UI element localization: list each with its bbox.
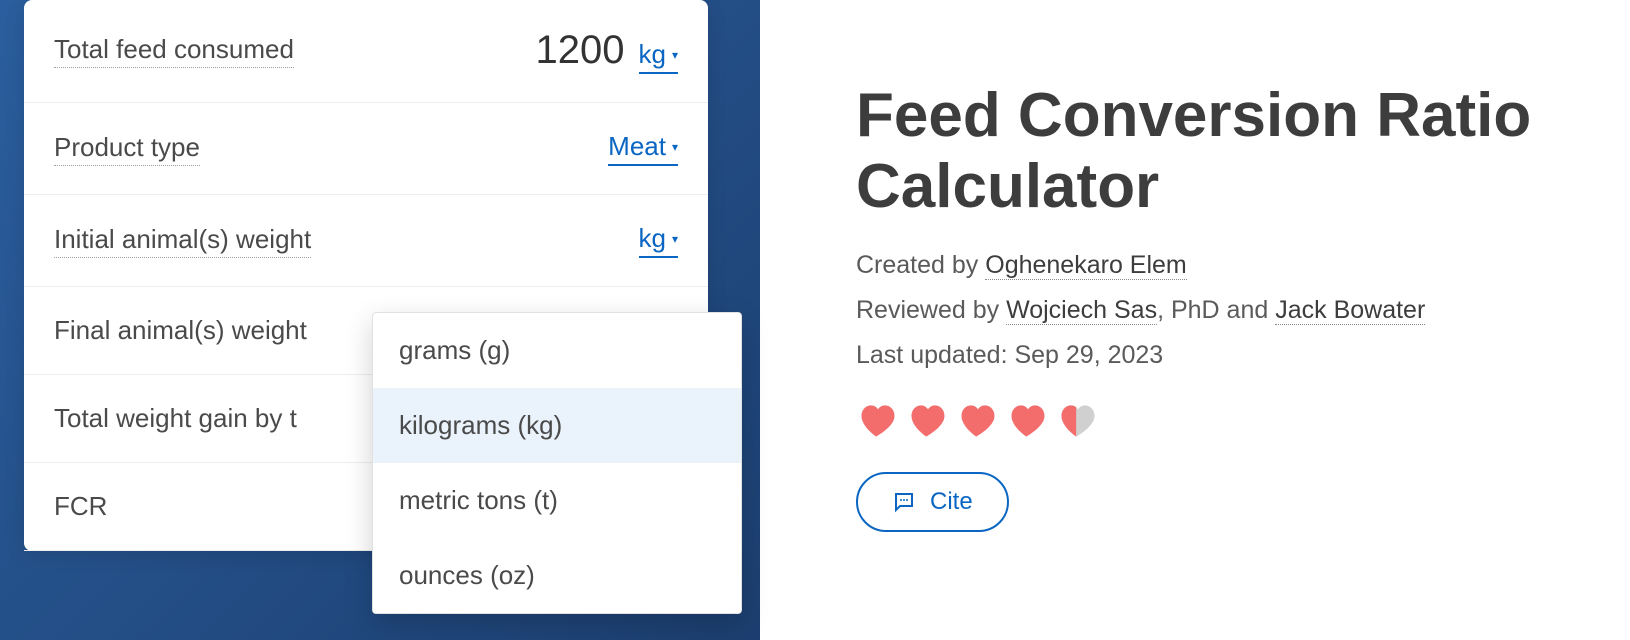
unit-option-metric-tons[interactable]: metric tons (t) <box>373 463 741 538</box>
unit-option-grams[interactable]: grams (g) <box>373 313 741 388</box>
unit-total-feed-label: kg <box>639 39 666 70</box>
label-product-type: Product type <box>54 132 200 166</box>
heart-icon <box>856 398 900 442</box>
label-total-gain: Total weight gain by t <box>54 403 297 434</box>
calculator-card: Total feed consumed 1200 kg ▾ Product ty… <box>24 0 708 551</box>
heart-icon <box>956 398 1000 442</box>
reviewer2-link[interactable]: Jack Bowater <box>1275 296 1425 325</box>
value-total-feed[interactable]: 1200 <box>536 28 625 73</box>
reviewed-by-line: Reviewed by Wojciech Sas, PhD and Jack B… <box>856 296 1590 325</box>
label-fcr: FCR <box>54 491 107 522</box>
last-updated: Last updated: Sep 29, 2023 <box>856 341 1590 370</box>
chevron-down-icon: ▾ <box>672 232 678 246</box>
value-product-type: Meat <box>608 131 666 162</box>
chevron-down-icon: ▾ <box>672 48 678 62</box>
chat-icon <box>892 490 916 514</box>
row-product-type: Product type Meat ▾ <box>24 103 708 195</box>
author-link[interactable]: Oghenekaro Elem <box>985 251 1187 280</box>
created-prefix: Created by <box>856 251 985 279</box>
value-area-total-feed: 1200 kg ▾ <box>536 28 678 74</box>
label-initial-weight: Initial animal(s) weight <box>54 224 311 258</box>
unit-initial-weight-label: kg <box>639 223 666 254</box>
reviewed-prefix: Reviewed by <box>856 296 1006 324</box>
heart-half-icon <box>1056 398 1100 442</box>
unit-option-ounces[interactable]: ounces (oz) <box>373 538 741 613</box>
unit-dropdown[interactable]: grams (g) kilograms (kg) metric tons (t)… <box>372 312 742 614</box>
page-title: Feed Conversion Ratio Calculator <box>856 80 1590 223</box>
unit-select-total-feed[interactable]: kg ▾ <box>639 39 679 74</box>
reviewer1-link[interactable]: Wojciech Sas <box>1006 296 1157 325</box>
unit-select-initial-weight[interactable]: kg ▾ <box>639 223 679 258</box>
label-total-feed: Total feed consumed <box>54 34 294 68</box>
unit-option-kilograms[interactable]: kilograms (kg) <box>373 388 741 463</box>
created-by-line: Created by Oghenekaro Elem <box>856 251 1590 280</box>
select-product-type[interactable]: Meat ▾ <box>608 131 678 166</box>
rating-hearts[interactable] <box>856 398 1590 442</box>
calculator-panel: Total feed consumed 1200 kg ▾ Product ty… <box>0 0 760 640</box>
row-total-feed: Total feed consumed 1200 kg ▾ <box>24 0 708 103</box>
cite-button[interactable]: Cite <box>856 472 1009 532</box>
heart-icon <box>906 398 950 442</box>
label-final-weight: Final animal(s) weight <box>54 315 307 346</box>
cite-label: Cite <box>930 488 973 516</box>
heart-icon <box>1006 398 1050 442</box>
article-panel: Feed Conversion Ratio Calculator Created… <box>760 0 1630 640</box>
reviewer1-suffix: , PhD and <box>1157 296 1275 324</box>
row-initial-weight: Initial animal(s) weight kg ▾ <box>24 195 708 287</box>
chevron-down-icon: ▾ <box>672 140 678 154</box>
